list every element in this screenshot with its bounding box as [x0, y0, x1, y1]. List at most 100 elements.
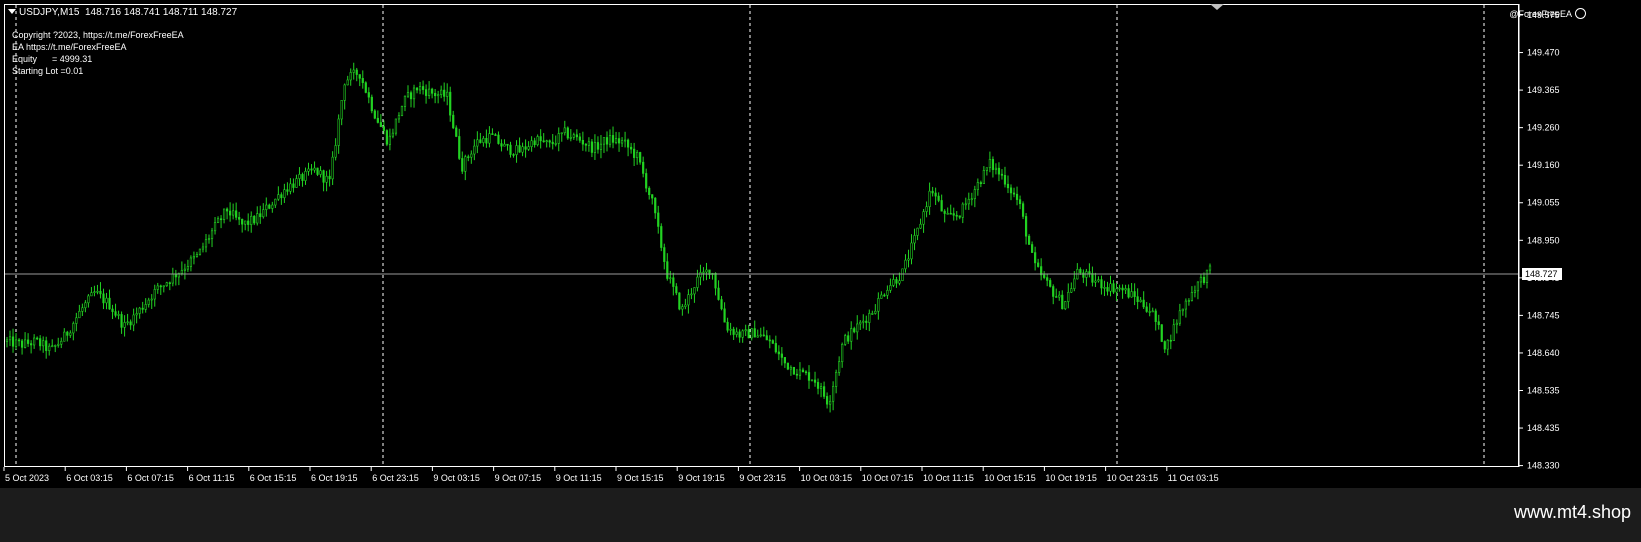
- candle-body: [1046, 277, 1049, 281]
- candle-body: [265, 204, 268, 210]
- candle-body: [277, 194, 280, 200]
- candle-body: [551, 141, 554, 145]
- candle-body: [1199, 276, 1203, 283]
- candle-body: [1118, 287, 1121, 290]
- candle-body: [334, 145, 337, 158]
- candle-body: [1024, 216, 1028, 237]
- candle-body: [247, 220, 250, 225]
- chart-shift-marker[interactable]: [1210, 4, 1224, 10]
- candle-body: [283, 189, 286, 199]
- candle-body: [72, 323, 75, 334]
- candle-body: [669, 277, 672, 280]
- candle-body: [795, 373, 799, 376]
- candle-body: [418, 86, 422, 91]
- candle-body: [1190, 292, 1194, 301]
- candle-body: [774, 343, 777, 353]
- brand-label: @ForexFreeEA: [1509, 8, 1586, 19]
- candle-body: [11, 336, 15, 347]
- candle-body: [198, 248, 202, 255]
- candle-body: [681, 306, 684, 310]
- candle-body: [250, 215, 253, 225]
- candle-body: [1021, 203, 1025, 217]
- x-tick-label-15: 10 Oct 11:15: [923, 473, 974, 483]
- candle-body: [883, 294, 886, 297]
- candle-body: [213, 222, 217, 232]
- y-tick-label-4: 149.160: [1527, 160, 1560, 170]
- candle-body: [452, 114, 455, 129]
- chart-window[interactable]: 149.575 149.470 149.365 149.260 149.160 149.0…: [0, 0, 1641, 542]
- y-tick-label-12: 148.330: [1527, 461, 1560, 471]
- candle-body: [642, 161, 645, 174]
- y-tick-label-6: 148.950: [1527, 235, 1560, 245]
- candle-body: [584, 143, 587, 146]
- candle-body: [397, 115, 401, 120]
- candle-body: [361, 78, 364, 83]
- candle-body: [464, 156, 467, 172]
- candle-body: [1163, 341, 1166, 350]
- candle-body: [102, 293, 105, 304]
- x-tick-label-7: 9 Oct 03:15: [433, 473, 480, 483]
- candle-body: [1172, 324, 1175, 342]
- candle-body: [554, 143, 557, 145]
- candle-body: [753, 328, 756, 338]
- candle-body: [292, 183, 295, 188]
- candle-body: [36, 337, 39, 340]
- x-tick-label-8: 9 Oct 07:15: [495, 473, 542, 483]
- x-tick-label-11: 9 Oct 19:15: [678, 473, 725, 483]
- candle-body: [322, 170, 325, 183]
- candle-body: [560, 132, 563, 135]
- candle-body: [678, 292, 681, 310]
- candle-body: [1015, 193, 1019, 200]
- candle-body: [979, 182, 982, 185]
- candle-body: [138, 307, 141, 314]
- candle-body: [126, 321, 129, 324]
- candle-body: [636, 152, 639, 158]
- candle-body: [434, 93, 437, 97]
- candle-body: [298, 174, 301, 179]
- candle-body: [539, 136, 542, 142]
- x-tick-label-14: 10 Oct 07:15: [862, 473, 914, 483]
- candle-body: [581, 139, 584, 145]
- candle-body: [862, 320, 865, 323]
- candle-body: [1043, 274, 1046, 278]
- candle-body: [690, 293, 693, 296]
- dropdown-triangle-icon[interactable]: [8, 9, 16, 14]
- y-tick-label-3: 149.260: [1527, 123, 1560, 133]
- candle-body: [922, 211, 925, 225]
- candle-body: [23, 339, 27, 348]
- candle-body: [1130, 291, 1133, 298]
- candle-body: [78, 311, 81, 319]
- price-chart[interactable]: 149.575149.470149.365149.260149.160149.0…: [0, 0, 1641, 488]
- candle-body: [168, 282, 171, 285]
- candle-body: [84, 302, 87, 309]
- candle-body: [666, 261, 669, 279]
- candle-body: [111, 308, 114, 312]
- candle-body: [337, 118, 340, 146]
- candle-body: [256, 213, 259, 224]
- candle-body: [310, 168, 313, 171]
- candle-body: [364, 82, 367, 93]
- candle-body: [39, 338, 42, 347]
- candle-body: [108, 297, 111, 310]
- candle-body: [946, 212, 949, 215]
- candle-body: [859, 321, 862, 325]
- candle-body: [1037, 262, 1040, 267]
- candle-body: [192, 256, 196, 259]
- candle-body: [1052, 286, 1055, 297]
- candle-body: [500, 143, 503, 147]
- candle-body: [729, 328, 732, 331]
- candle-body: [63, 331, 66, 342]
- candle-body: [717, 287, 720, 300]
- candle-body: [747, 329, 750, 339]
- candle-body: [1127, 288, 1130, 298]
- candle-body: [1133, 291, 1136, 297]
- candle-body: [768, 339, 771, 342]
- candle-body: [153, 289, 156, 300]
- candle-body: [424, 89, 428, 96]
- candle-body: [518, 145, 521, 153]
- candle-body: [358, 74, 361, 79]
- candle-body: [373, 110, 376, 119]
- candle-body: [566, 127, 569, 139]
- candle-body: [783, 357, 786, 364]
- candle-body: [599, 143, 603, 150]
